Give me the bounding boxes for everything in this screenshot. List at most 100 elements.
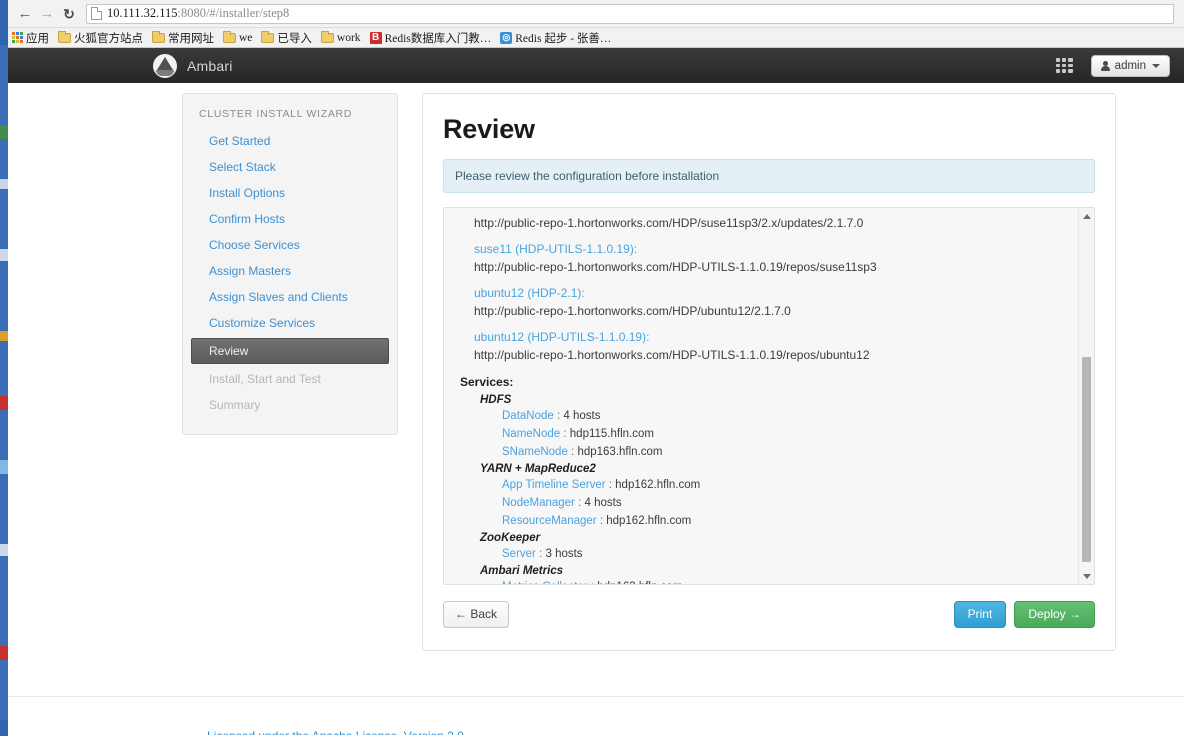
sidebar-item-assign-slaves-and-clients[interactable]: Assign Slaves and Clients (183, 284, 397, 310)
component-key[interactable]: Server (502, 548, 536, 560)
deploy-button[interactable]: Deploy → (1014, 601, 1095, 628)
scrollbar-thumb[interactable] (1082, 357, 1091, 562)
component-separator: : (563, 428, 567, 440)
ambari-brand-label: Ambari (187, 57, 233, 74)
component-key[interactable]: ResourceManager (502, 515, 597, 527)
wizard-heading: CLUSTER INSTALL WIZARD (199, 108, 353, 120)
bookmark-redis-site[interactable]: ◎ Redis 起步 - 张善… (500, 30, 611, 46)
sidebar-item-confirm-hosts[interactable]: Confirm Hosts (183, 206, 397, 232)
component-key[interactable]: DataNode (502, 410, 554, 422)
address-bar[interactable]: 10.111.32.115:8080/#/installer/step8 (86, 3, 1174, 24)
review-scroll-container[interactable]: http://public-repo-1.hortonworks.com/HDP… (443, 207, 1095, 585)
page-document-icon (91, 7, 102, 20)
admin-menu-button[interactable]: admin (1090, 54, 1170, 77)
bookmark-folder-work[interactable]: work (320, 30, 361, 44)
url-path: :8080/#/installer/step8 (177, 6, 290, 20)
service-component-row: NodeManager : 4 hosts (458, 494, 1068, 512)
bookmark-folder-we[interactable]: we (223, 30, 252, 44)
cluster-install-wizard-sidebar: CLUSTER INSTALL WIZARD Get Started Selec… (182, 93, 398, 435)
component-separator: : (578, 497, 582, 509)
bookmark-label: 火狐官方站点 (74, 32, 143, 45)
review-content: http://public-repo-1.hortonworks.com/HDP… (444, 208, 1078, 584)
component-value: 3 hosts (545, 548, 583, 560)
chevron-down-icon (1152, 63, 1160, 68)
bookmarks-bar: 应用 火狐官方站点 常用网址 we 已导入 work B Redis数据库入门教… (8, 28, 1184, 48)
service-component-row: Metrics Collector : hdp163.hfln.com (458, 578, 1068, 584)
sidebar-item-select-stack[interactable]: Select Stack (183, 154, 397, 180)
repo-name[interactable]: ubuntu12 (HDP-UTILS-1.1.0.19): (458, 327, 1068, 346)
sidebar-item-choose-services[interactable]: Choose Services (183, 232, 397, 258)
sidebar-item-summary: Summary (209, 398, 261, 412)
component-key[interactable]: NodeManager (502, 497, 575, 509)
url-host: 10.111.32.115 (107, 6, 178, 20)
page-footer: Licensed under the Apache License, Versi… (8, 696, 1184, 735)
service-name-yarn-mapreduce2: YARN + MapReduce2 (480, 463, 596, 475)
sidebar-item-install-start-and-test: Install, Start and Test (209, 372, 321, 386)
bookmark-label: 应用 (26, 32, 49, 45)
component-separator: : (591, 581, 594, 584)
license-link[interactable]: Licensed under the Apache License, Versi… (207, 727, 1184, 735)
page-viewport: Ambari admin CLUSTER INSTALL WIZARD Get … (8, 48, 1184, 735)
bookmark-label: Redis数据库入门教… (384, 32, 492, 45)
component-key[interactable]: App Timeline Server (502, 479, 606, 491)
ambari-brand[interactable]: Ambari (153, 53, 233, 78)
service-name-ambari-metrics: Ambari Metrics (480, 565, 564, 577)
folder-icon (58, 30, 71, 43)
sidebar-item-review[interactable]: Review (191, 338, 389, 364)
sidebar-item-assign-masters[interactable]: Assign Masters (183, 258, 397, 284)
bookmark-apps[interactable]: 应用 (12, 30, 49, 46)
review-panel: Review Please review the configuration b… (422, 93, 1116, 651)
service-component-row: DataNode : 4 hosts (458, 407, 1068, 425)
service-name-hdfs: HDFS (480, 394, 512, 406)
back-button[interactable]: ← Back (443, 601, 510, 628)
component-value: hdp163.hfln.com (577, 446, 663, 458)
component-value: hdp162.hfln.com (606, 515, 692, 527)
review-info-alert: Please review the configuration before i… (443, 159, 1095, 193)
bookmark-folder-firefox[interactable]: 火狐官方站点 (58, 30, 143, 46)
background-window-sliver (0, 0, 8, 736)
navbar-right-group: admin (1055, 54, 1184, 77)
component-separator: : (608, 479, 612, 491)
component-separator: : (571, 446, 575, 458)
sidebar-item-install-options[interactable]: Install Options (183, 180, 397, 206)
scrollbar-track[interactable] (1079, 224, 1094, 568)
bookmark-folder-imported[interactable]: 已导入 (261, 30, 312, 46)
folder-icon (152, 30, 165, 43)
component-separator: : (539, 548, 543, 560)
sidebar-item-get-started[interactable]: Get Started (183, 128, 397, 154)
component-key[interactable]: SNameNode (502, 446, 568, 458)
admin-label: admin (1114, 59, 1146, 72)
component-value: 4 hosts (563, 410, 601, 422)
service-name-zookeeper: ZooKeeper (480, 532, 541, 544)
service-component-row: App Timeline Server : hdp162.hfln.com (458, 476, 1068, 494)
component-key[interactable]: NameNode (502, 428, 560, 440)
panel-actions: ← Back Print Deploy → (443, 601, 1095, 628)
scroll-down-arrow-icon[interactable] (1079, 568, 1094, 584)
page-title: Review (443, 114, 535, 144)
review-scrollbar[interactable] (1078, 208, 1094, 584)
repo-url: http://public-repo-1.hortonworks.com/HDP… (474, 216, 864, 230)
component-value: hdp163.hfln.com (597, 581, 682, 584)
scroll-up-arrow-icon[interactable] (1079, 208, 1094, 224)
reload-icon[interactable]: ↻ (58, 3, 80, 25)
folder-icon (320, 30, 334, 43)
bookmark-label: work (336, 31, 361, 44)
grid-apps-icon[interactable] (1055, 58, 1073, 73)
user-icon (1100, 60, 1110, 71)
redis-book-icon: B (369, 31, 382, 44)
bookmark-folder-common[interactable]: 常用网址 (152, 30, 214, 46)
ambari-logo-icon (153, 53, 177, 78)
bookmark-redis-book[interactable]: B Redis数据库入门教… (369, 30, 492, 46)
print-button[interactable]: Print (953, 601, 1007, 628)
back-icon[interactable]: ← (14, 3, 36, 25)
repo-name[interactable]: ubuntu12 (HDP-2.1): (458, 283, 1068, 302)
folder-icon (261, 30, 275, 43)
service-component-row: NameNode : hdp115.hfln.com (458, 425, 1068, 443)
forward-icon[interactable]: → (36, 3, 58, 25)
redis-site-icon: ◎ (500, 31, 513, 44)
sidebar-item-customize-services[interactable]: Customize Services (183, 310, 397, 336)
repo-name[interactable]: suse11 (HDP-UTILS-1.1.0.19): (458, 239, 1068, 258)
component-key[interactable]: Metrics Collector (502, 581, 588, 584)
repo-url: http://public-repo-1.hortonworks.com/HDP… (474, 348, 870, 362)
bookmark-label: 常用网址 (168, 32, 214, 45)
